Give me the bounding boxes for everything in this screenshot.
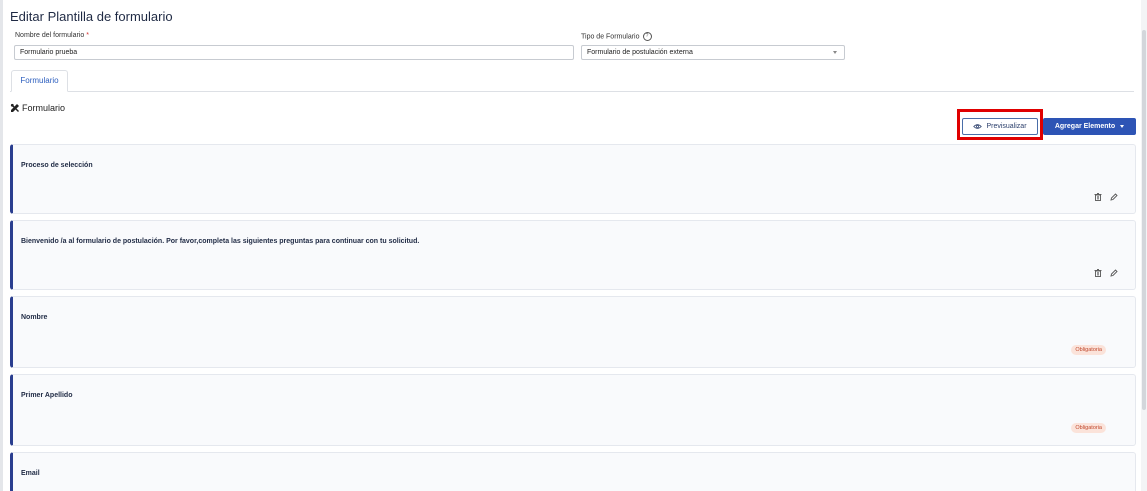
preview-button-label: Previsualizar [986, 123, 1027, 130]
tabs-divider [10, 91, 1134, 92]
card-title: Email [21, 470, 40, 477]
form-name-input[interactable]: Formulario prueba [14, 45, 574, 60]
eye-icon [973, 124, 983, 129]
add-element-label: Agregar Elemento [1054, 123, 1116, 130]
add-element-button[interactable]: Agregar Elemento [1043, 118, 1136, 135]
form-type-select[interactable]: Formulario de postulación externa [581, 45, 845, 60]
trash-icon[interactable] [1094, 193, 1102, 201]
required-badge: Obligatoria [1071, 423, 1106, 433]
tab-formulario[interactable]: Formulario [11, 70, 68, 92]
pencil-icon[interactable] [1110, 269, 1118, 277]
form-element-card[interactable]: Nombre Obligatoria [10, 296, 1136, 368]
page: Editar Plantilla de formulario Nombre de… [0, 0, 1147, 491]
required-mark: * [86, 32, 89, 39]
help-icon[interactable]: ? [642, 32, 652, 41]
card-title: Primer Apellido [21, 392, 73, 399]
chevron-down-icon [833, 51, 837, 54]
trash-icon[interactable] [1094, 269, 1102, 277]
tools-icon [10, 103, 19, 112]
form-element-card[interactable]: Primer Apellido Obligatoria [10, 374, 1136, 446]
caret-down-icon [1120, 125, 1125, 128]
section-title: Formulario [22, 103, 66, 113]
vertical-scrollbar[interactable] [1141, 0, 1147, 491]
card-actions [1094, 269, 1118, 277]
page-title: Editar Plantilla de formulario [10, 9, 173, 24]
form-element-card[interactable]: Bienvenido /a al formulario de postulaci… [10, 220, 1136, 290]
section-heading: Formulario [10, 103, 65, 113]
left-edge [0, 0, 3, 491]
form-name-label: Nombre del formulario * [15, 32, 89, 39]
required-badge: Obligatoria [1071, 345, 1106, 355]
form-type-selected-value: Formulario de postulación externa [587, 49, 693, 56]
card-actions [1094, 193, 1118, 201]
form-element-card[interactable]: Proceso de selección [10, 144, 1136, 214]
card-title: Nombre [21, 314, 48, 321]
scrollbar-thumb[interactable] [1142, 30, 1146, 410]
pencil-icon[interactable] [1110, 193, 1118, 201]
form-type-label-text: Tipo de Formulario [581, 33, 640, 41]
card-title: Proceso de selección [21, 162, 93, 169]
form-type-label: Tipo de Formulario? [581, 32, 652, 41]
form-name-label-text: Nombre del formulario [15, 32, 85, 39]
form-element-card[interactable]: Email [10, 452, 1136, 491]
card-title: Bienvenido /a al formulario de postulaci… [21, 238, 420, 245]
preview-button[interactable]: Previsualizar [962, 118, 1038, 135]
